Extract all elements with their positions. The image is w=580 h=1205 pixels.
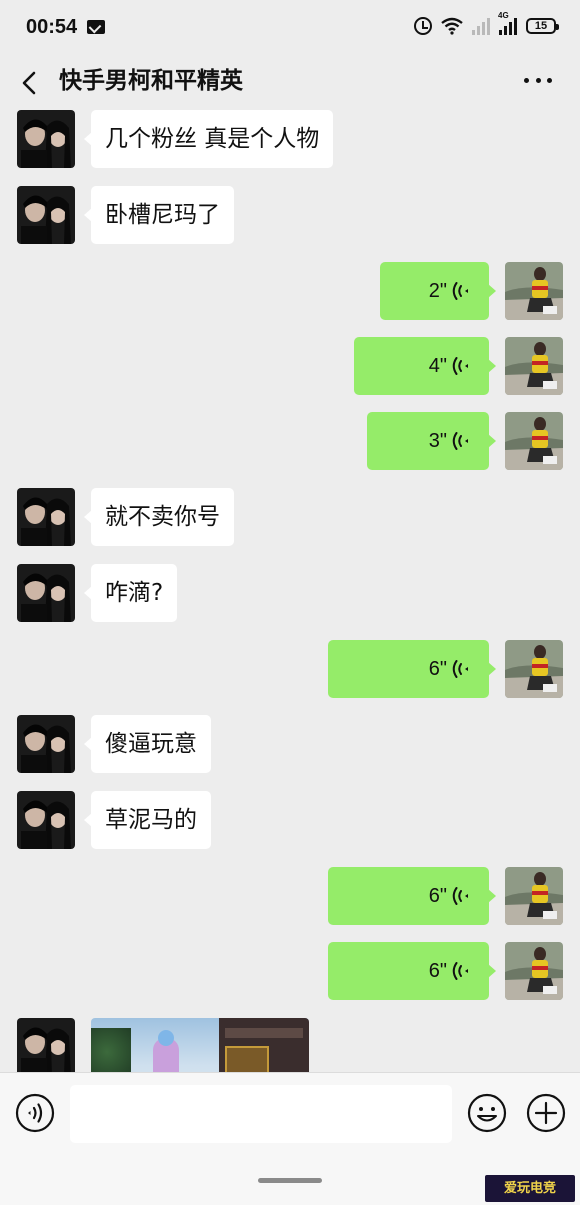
my-avatar[interactable] (505, 942, 563, 1000)
voice-message-outgoing[interactable]: 3" (367, 412, 496, 470)
contact-avatar[interactable] (17, 791, 75, 849)
voice-wave-icon (452, 660, 468, 678)
chat-header: 快手男柯和平精英 (0, 58, 580, 110)
voice-wave-icon (452, 432, 468, 450)
contact-avatar[interactable] (17, 186, 75, 244)
contact-avatar[interactable] (17, 1018, 75, 1072)
status-icons: 4G 15 (414, 11, 559, 35)
image-message-incoming[interactable] (91, 1018, 309, 1072)
voice-duration: 6" (428, 885, 447, 907)
voice-duration: 6" (428, 658, 447, 680)
back-arrow-icon[interactable] (16, 68, 44, 98)
voice-message-outgoing[interactable]: 2" (380, 262, 496, 320)
battery-icon: 15 (526, 18, 559, 34)
message-list[interactable]: 几个粉丝 真是个人物 卧槽尼玛了 2" 4" 3" 就不卖你号 咋滴? 6" 傻… (0, 110, 580, 1072)
signal-sim2-icon: 4G (498, 11, 517, 35)
my-avatar[interactable] (505, 337, 563, 395)
message-bubble-incoming[interactable]: 傻逼玩意 (84, 715, 211, 773)
network-type-label: 4G (498, 11, 509, 20)
my-avatar[interactable] (505, 412, 563, 470)
voice-wave-icon (452, 962, 468, 980)
contact-avatar[interactable] (17, 715, 75, 773)
emoji-icon[interactable] (467, 1093, 507, 1133)
voice-duration: 4" (428, 355, 447, 377)
message-bubble-incoming[interactable]: 草泥马的 (84, 791, 211, 849)
voice-message-outgoing[interactable]: 6" (328, 867, 496, 925)
input-bar: 爱玩电竞 (0, 1072, 580, 1205)
status-time: 00:54 (26, 16, 78, 38)
voice-wave-icon (452, 887, 468, 905)
more-options-icon[interactable] (524, 75, 552, 85)
voice-duration: 6" (428, 960, 447, 982)
message-bubble-incoming[interactable]: 几个粉丝 真是个人物 (83, 110, 334, 168)
my-avatar[interactable] (505, 867, 563, 925)
voice-wave-icon (452, 282, 468, 300)
watermark-logo: 爱玩电竞 (485, 1175, 575, 1202)
my-avatar[interactable] (505, 640, 563, 698)
chat-title: 快手男柯和平精英 (59, 68, 243, 94)
voice-message-outgoing[interactable]: 6" (328, 640, 496, 698)
message-bubble-incoming[interactable]: 卧槽尼玛了 (84, 186, 234, 244)
voice-input-toggle-icon[interactable] (15, 1093, 55, 1133)
voice-duration: 2" (428, 280, 447, 302)
voice-wave-icon (452, 357, 468, 375)
contact-avatar[interactable] (17, 564, 75, 622)
wifi-icon (441, 17, 463, 35)
signal-sim1-icon (472, 17, 490, 35)
alarm-icon (414, 17, 432, 35)
status-bar: 00:54 4G 15 (0, 0, 580, 58)
plus-icon[interactable] (526, 1093, 566, 1133)
message-input[interactable] (70, 1085, 452, 1143)
notification-icon (87, 20, 105, 34)
home-indicator[interactable] (258, 1178, 322, 1183)
voice-duration: 3" (428, 430, 447, 452)
voice-message-outgoing[interactable]: 6" (328, 942, 496, 1000)
my-avatar[interactable] (505, 262, 563, 320)
message-bubble-incoming[interactable]: 就不卖你号 (84, 488, 234, 546)
voice-message-outgoing[interactable]: 4" (354, 337, 496, 395)
contact-avatar[interactable] (17, 110, 75, 168)
contact-avatar[interactable] (17, 488, 75, 546)
message-bubble-incoming[interactable]: 咋滴? (83, 564, 178, 622)
